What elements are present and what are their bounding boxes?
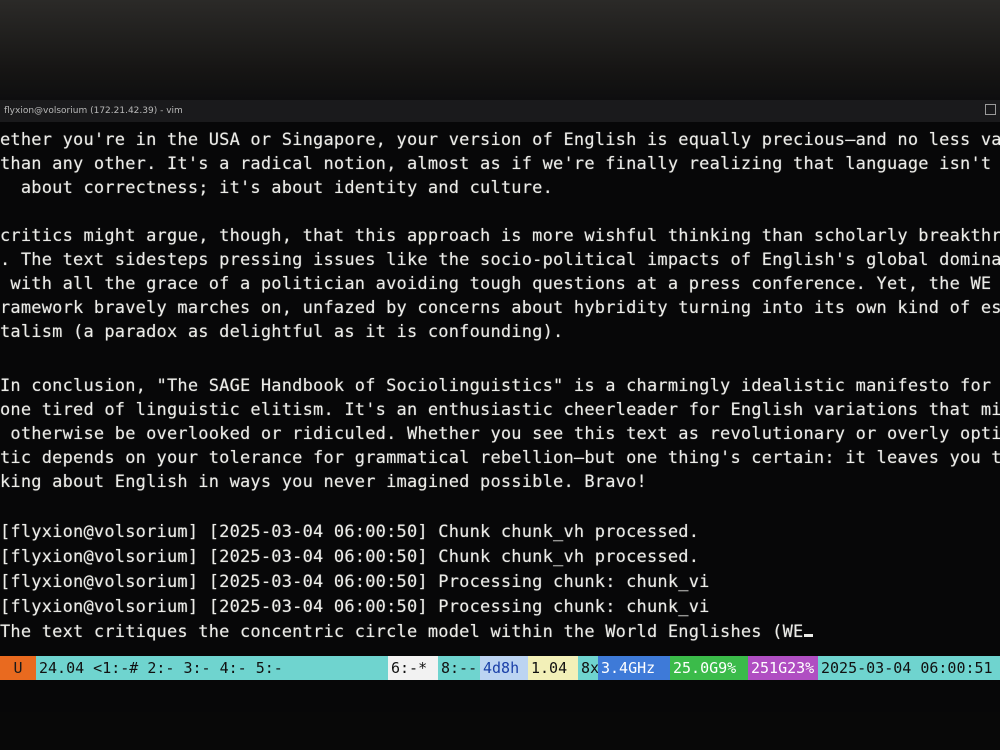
status-cpu-frequency: 3.4GHz xyxy=(598,656,670,680)
text-cursor xyxy=(804,634,814,637)
status-clock: 2025-03-04 06:00:51 xyxy=(818,656,1000,680)
monitor-screen: flyxion@volsorium (172.21.42.39) - vim e… xyxy=(0,100,1000,712)
log-line: [flyxion@volsorium] [2025-03-04 06:00:50… xyxy=(0,597,710,617)
restore-window-icon[interactable] xyxy=(985,104,996,115)
status-cpu-count: 8x xyxy=(578,656,599,680)
log-line: [flyxion@volsorium] [2025-03-04 06:00:50… xyxy=(0,522,700,542)
terminal-line: one tired of linguistic elitism. It's an… xyxy=(0,400,1000,420)
status-active-window: 6:-* xyxy=(388,656,438,680)
tmux-status-bar: U 24.04 <1:-# 2:- 3:- 4:- 5:- 6:-* 8:-- 4… xyxy=(0,656,1000,680)
terminal-line: than any other. It's a radical notion, a… xyxy=(0,154,1000,174)
terminal-line: about correctness; it's about identity a… xyxy=(0,178,554,198)
status-window-list: 24.04 <1:-# 2:- 3:- 4:- 5:- xyxy=(36,656,388,680)
terminal-line: otherwise be overlooked or ridiculed. Wh… xyxy=(0,424,1000,444)
terminal-line: critics might argue, though, that this a… xyxy=(0,226,1000,246)
prompt-text: The text critiques the concentric circle… xyxy=(0,622,804,642)
monitor-bezel-bottom xyxy=(0,712,1000,750)
terminal-line: with all the grace of a politician avoid… xyxy=(0,274,1000,294)
terminal-line: king about English in ways you never ima… xyxy=(0,472,647,492)
terminal-line: In conclusion, "The SAGE Handbook of Soc… xyxy=(0,376,1000,396)
prompt-line[interactable]: The text critiques the concentric circle… xyxy=(0,622,814,642)
monitor-bezel-top xyxy=(0,0,1000,100)
terminal-line: ether you're in the USA or Singapore, yo… xyxy=(0,130,1000,150)
log-line: [flyxion@volsorium] [2025-03-04 06:00:50… xyxy=(0,572,710,592)
status-load-average: 1.04 xyxy=(528,656,578,680)
terminal-line: . The text sidesteps pressing issues lik… xyxy=(0,250,1000,270)
log-line: [flyxion@volsorium] [2025-03-04 06:00:50… xyxy=(0,547,700,567)
terminal-line: talism (a paradox as delightful as it is… xyxy=(0,322,564,342)
terminal-output[interactable]: ether you're in the USA or Singapore, yo… xyxy=(0,122,1000,654)
terminal-line: ramework bravely marches on, unfazed by … xyxy=(0,298,1000,318)
status-mode-indicator: U xyxy=(0,656,36,680)
status-disk-usage: 251G23% xyxy=(748,656,818,680)
status-uptime: 4d8h xyxy=(480,656,528,680)
terminal-line: tic depends on your tolerance for gramma… xyxy=(0,448,1000,468)
status-memory-usage: 25.0G9% xyxy=(670,656,748,680)
status-window-8: 8:-- xyxy=(438,656,480,680)
window-titlebar[interactable]: flyxion@volsorium (172.21.42.39) - vim xyxy=(0,100,1000,122)
window-title: flyxion@volsorium (172.21.42.39) - vim xyxy=(4,106,183,116)
